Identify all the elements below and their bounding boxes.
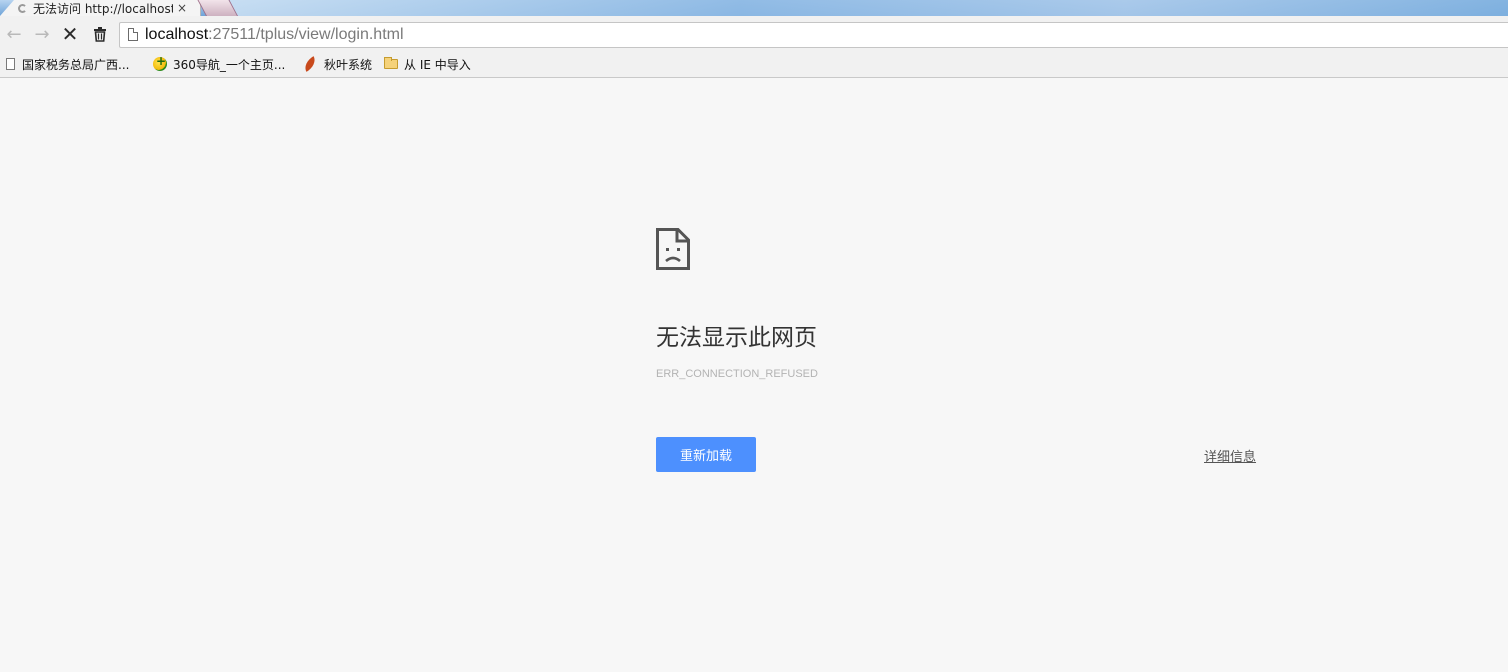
reload-button[interactable]: 重新加载 — [656, 437, 756, 472]
tab-strip: 无法访问 http://localhost × — [0, 0, 1508, 16]
bookmark-item[interactable]: 秋叶系统 — [301, 55, 373, 73]
bookmark-folder[interactable]: 从 IE 中导入 — [384, 55, 471, 73]
bookmark-label: 国家税务总局广西... — [22, 57, 130, 72]
bookmark-label: 秋叶系统 — [324, 57, 373, 72]
tab-title: 无法访问 http://localhost — [33, 1, 173, 16]
bookmark-item[interactable]: 360导航_一个主页... — [153, 54, 286, 73]
address-bar[interactable]: localhost:27511/tplus/view/login.html — [119, 22, 1508, 48]
bookmarks-bar: 国家税务总局广西... 360导航_一个主页... 秋叶系统 从 IE 中导入 — [0, 52, 1508, 78]
forward-button[interactable]: → — [30, 16, 54, 52]
browser-toolbar: ← → ✕ localhost:27511/tplus/view/login.h… — [0, 16, 1508, 52]
bookmark-label: 360导航_一个主页... — [173, 57, 286, 72]
window-frame-background — [230, 0, 1508, 16]
loading-spinner-icon — [18, 3, 27, 13]
tab-active[interactable]: 无法访问 http://localhost × — [0, 0, 201, 16]
page-icon — [6, 58, 15, 70]
bookmark-item[interactable]: 国家税务总局广西... — [6, 55, 129, 73]
folder-icon — [384, 57, 398, 69]
bookmark-label: 从 IE 中导入 — [404, 57, 471, 72]
url-host: localhost — [145, 26, 209, 43]
error-code: ERR_CONNECTION_REFUSED — [656, 368, 818, 380]
tab-close-icon[interactable]: × — [177, 1, 187, 15]
arrow-right-icon: → — [34, 23, 50, 45]
leaf-icon — [301, 56, 319, 72]
url-text: localhost:27511/tplus/view/login.html — [145, 26, 404, 44]
stop-button[interactable]: ✕ — [58, 16, 82, 52]
clear-button[interactable] — [88, 16, 112, 52]
close-icon: ✕ — [61, 22, 79, 46]
sad-page-icon — [656, 228, 690, 270]
arrow-left-icon: ← — [6, 23, 22, 45]
360-icon — [153, 54, 167, 71]
error-title: 无法显示此网页 — [656, 325, 817, 351]
url-path: :27511/tplus/view/login.html — [208, 26, 404, 43]
back-button[interactable]: ← — [2, 16, 26, 52]
page-icon — [128, 28, 138, 41]
details-link[interactable]: 详细信息 — [1204, 446, 1256, 465]
trash-icon — [94, 27, 106, 42]
